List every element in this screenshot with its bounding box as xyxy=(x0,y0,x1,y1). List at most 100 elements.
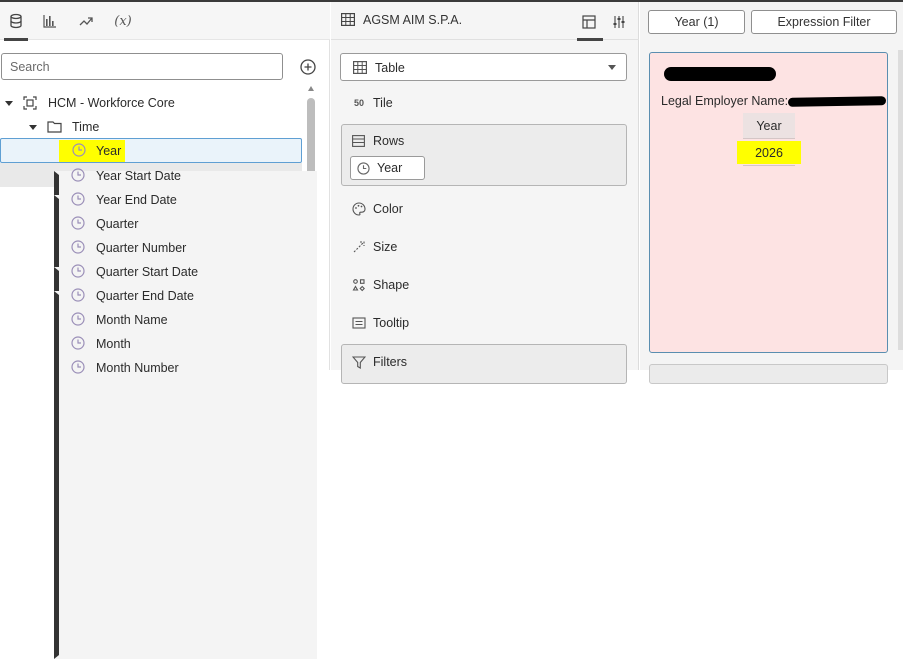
clock-icon xyxy=(71,336,85,350)
tree-root-item[interactable]: HCM - Workforce Core xyxy=(0,91,302,115)
rows-label: Rows xyxy=(373,134,405,148)
table-column-header[interactable]: Year xyxy=(743,113,795,139)
tree-item-year-end-date[interactable]: Year End Date xyxy=(0,187,317,563)
tree-item-month-number[interactable]: Month Number xyxy=(0,355,302,379)
tree-item-month-name[interactable]: Month Name xyxy=(0,307,302,331)
tree-item-label: Month xyxy=(96,337,131,351)
active-tab-indicator xyxy=(577,38,603,41)
grammar-size-label: Size xyxy=(373,240,398,254)
tree-folder-item[interactable]: Time xyxy=(0,115,302,139)
canvas-scrollbar[interactable] xyxy=(898,50,903,350)
palette-icon xyxy=(352,202,366,216)
folder-icon xyxy=(47,121,62,133)
clock-icon xyxy=(357,161,370,175)
table-icon xyxy=(341,13,355,26)
clock-icon xyxy=(71,240,85,254)
tree-item-quarter-start-date[interactable]: Quarter Start Date xyxy=(0,259,317,635)
shape-icon xyxy=(352,279,365,292)
tree-item-label: Month Number xyxy=(96,361,179,375)
grammar-tile-label: Tile xyxy=(373,96,393,110)
tab-visualizations[interactable] xyxy=(34,2,66,40)
filters-label: Filters xyxy=(373,355,408,369)
grammar-color[interactable]: Color xyxy=(351,199,403,219)
canvas-panel: Year (1) Expression Filter Legal Employe… xyxy=(640,2,903,384)
bar-chart-icon xyxy=(43,15,56,28)
tree-item-label: Year End Date xyxy=(96,193,177,207)
grammar-color-label: Color xyxy=(373,202,403,216)
clock-icon xyxy=(71,288,85,302)
clock-icon xyxy=(71,216,85,230)
properties-icon[interactable] xyxy=(612,15,626,29)
chevron-down-icon[interactable] xyxy=(5,101,13,106)
search-input[interactable] xyxy=(2,54,282,79)
clock-icon xyxy=(71,264,85,278)
rows-icon xyxy=(352,135,365,147)
grammar-tooltip-label: Tooltip xyxy=(373,316,410,330)
visualization-title: AGSM AIM S.P.A. xyxy=(363,13,463,27)
filter-year-label: Year (1) xyxy=(674,15,719,29)
table-icon xyxy=(353,61,367,74)
tree-item-quarter-number[interactable]: Quarter Number xyxy=(0,235,302,259)
size-icon xyxy=(353,241,365,253)
trend-icon xyxy=(79,17,93,26)
clock-icon xyxy=(71,168,85,182)
card-title-redacted xyxy=(664,67,776,81)
rows-item-label: Year xyxy=(377,161,403,175)
tree-item-month[interactable]: Month xyxy=(0,331,302,355)
chevron-down-icon xyxy=(608,65,616,70)
tile-icon: 50 xyxy=(353,98,364,108)
clock-icon xyxy=(71,360,85,374)
filters-drop-target[interactable]: Filters xyxy=(341,344,627,384)
rows-item-year[interactable]: Year xyxy=(350,156,425,180)
database-icon xyxy=(10,13,22,29)
clock-icon xyxy=(71,312,85,326)
filter-icon xyxy=(352,356,366,369)
tree-folder-label: Time xyxy=(72,120,100,134)
tree-item-label: Quarter Start Date xyxy=(96,265,199,279)
filter-year-button[interactable]: Year (1) xyxy=(648,10,745,34)
tree-item-label: Year xyxy=(96,144,122,158)
tree-item-year[interactable]: Year xyxy=(0,138,302,163)
grammar-tile[interactable]: 50 Tile xyxy=(351,93,393,113)
table-cell[interactable]: 2026 xyxy=(737,141,801,164)
chevron-down-icon[interactable] xyxy=(29,125,37,130)
grammar-shape-label: Shape xyxy=(373,278,410,292)
tree-item-quarter-end-date[interactable]: Quarter End Date xyxy=(0,283,317,659)
expression-filter-label: Expression Filter xyxy=(777,15,871,29)
tab-data[interactable] xyxy=(0,2,32,41)
tab-calculations[interactable]: (x) xyxy=(107,2,139,40)
tree-item-year-start-date[interactable]: Year Start Date xyxy=(0,163,317,539)
second-card[interactable] xyxy=(649,364,888,384)
search-field[interactable] xyxy=(1,53,283,80)
tree-item-label: Quarter End Date xyxy=(96,289,194,303)
rows-drop-target[interactable]: Rows Year xyxy=(341,124,627,186)
expression-filter-button[interactable]: Expression Filter xyxy=(751,10,897,34)
legal-employer-label: Legal Employer Name: xyxy=(661,94,789,108)
scroll-up-arrow[interactable] xyxy=(308,86,314,91)
visualization-type-select[interactable]: Table xyxy=(340,53,627,81)
table-visualization-card[interactable]: Legal Employer Name: Year 2026 xyxy=(649,52,888,353)
grammar-panel: AGSM AIM S.P.A. Table 50 Tile Rows Year … xyxy=(331,2,639,384)
grammar-shape[interactable]: Shape xyxy=(351,275,409,295)
column-header-label: Year xyxy=(756,118,782,133)
data-panel-tabs: (x) xyxy=(0,2,330,41)
table-cell-value: 2026 xyxy=(755,145,783,160)
add-data-icon[interactable] xyxy=(299,58,317,76)
calculation-icon: (x) xyxy=(114,13,132,29)
grammar-panel-header: AGSM AIM S.P.A. xyxy=(331,2,639,41)
tree-item-quarter[interactable]: Quarter xyxy=(0,211,302,235)
layout-icon[interactable] xyxy=(582,15,596,29)
grammar-size[interactable]: Size xyxy=(351,237,397,257)
tree-item-label: Year Start Date xyxy=(96,169,182,183)
data-panel: (x) HCM - Workforce Core Time Year Year … xyxy=(0,2,330,659)
legal-employer-value-redacted xyxy=(787,96,887,107)
table-row-divider xyxy=(743,165,795,166)
tooltip-icon xyxy=(352,317,366,329)
tree-item-label: Quarter Number xyxy=(96,241,187,255)
tab-analytics[interactable] xyxy=(70,2,102,40)
tree-item-label: Month Name xyxy=(96,313,168,327)
grammar-tooltip[interactable]: Tooltip xyxy=(351,313,409,333)
tree-item-label: Quarter xyxy=(96,217,139,231)
tree-root-label: HCM - Workforce Core xyxy=(48,96,175,110)
clock-icon xyxy=(72,143,86,157)
